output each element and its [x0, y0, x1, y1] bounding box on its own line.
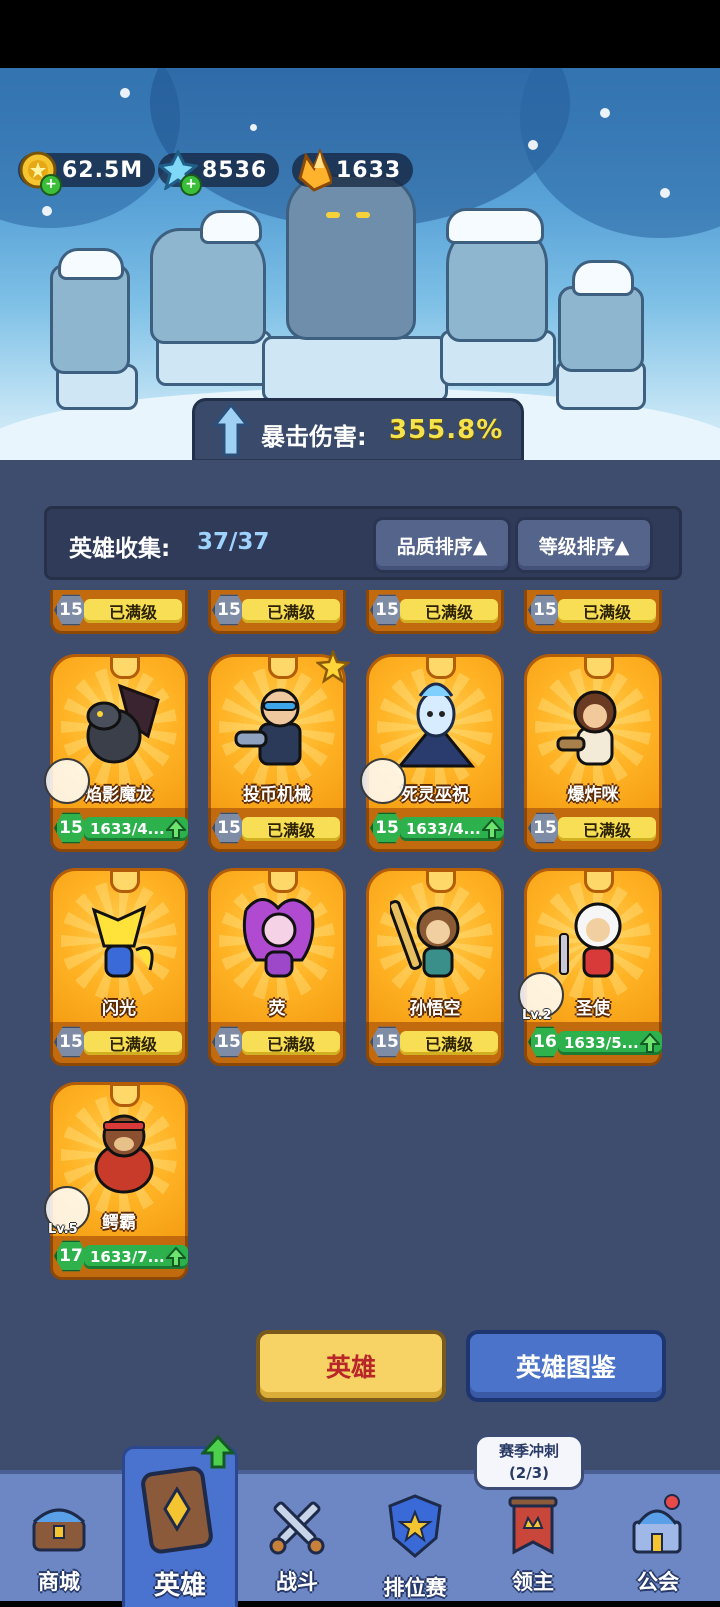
hero-grid[interactable]: 15 已满级 15 已满级 15 已满级 15 已满级 焰影魔龙 15 1633…	[44, 590, 676, 1330]
add-crystal-button[interactable]: +	[180, 174, 202, 196]
hero-card[interactable]: 15 已满级	[366, 590, 504, 636]
croc-tyrant-portrait	[94, 1114, 154, 1194]
season-sprint-tooltip[interactable]: 赛季冲刺 (2/3)	[474, 1434, 584, 1490]
coin-mech-portrait	[234, 688, 302, 766]
hero-guide-button[interactable]: 英雄图鉴	[466, 1330, 666, 1402]
season-sprint-title: 赛季冲刺	[498, 1442, 559, 1460]
hero-card-croc-tyrant[interactable]: 鳄霸 Lv.5 17 1633/7...	[44, 1082, 188, 1282]
hero-card-saint-envoy[interactable]: 圣使 Lv.2 16 1633/5...	[518, 868, 662, 1068]
gray-claw-icon	[360, 758, 406, 804]
collection-bar: 英雄收集: 37/37 品质排序▲ 等级排序▲	[44, 506, 682, 580]
hero-shard-progress: 1633/4...	[90, 820, 165, 838]
nav-label: 英雄	[153, 1571, 206, 1601]
hero-card[interactable]: 15 已满级	[50, 590, 188, 636]
hero-shard-progress: 1633/4...	[406, 820, 481, 838]
gold-currency[interactable]: 62.5M +	[18, 150, 156, 196]
hero-tab-button[interactable]: 英雄	[256, 1330, 446, 1402]
shop-chest-icon	[32, 1508, 86, 1552]
hero-status: 1633/5...	[558, 1031, 662, 1055]
hero-name: 闪光	[102, 999, 136, 1019]
nav-label: 商城	[38, 1570, 80, 1594]
hero-name: 孙悟空	[409, 999, 461, 1019]
shadow-dragon-portrait	[86, 683, 160, 764]
crit-up-arrow-icon	[211, 403, 251, 457]
upgrade-arrow-icon	[482, 819, 502, 839]
upgrade-arrow-icon	[640, 1033, 660, 1053]
hero-card-necro-shaman[interactable]: 死灵巫祝 15 1633/4...	[360, 654, 504, 854]
collection-label: 英雄收集:	[69, 536, 171, 562]
favorite-star-icon	[316, 650, 350, 684]
hero-card[interactable]: 15 已满级	[524, 590, 662, 636]
orange-crystal-currency: 1633	[292, 148, 414, 192]
sun-wukong-portrait	[390, 900, 460, 978]
upgrade-arrow-icon	[166, 819, 186, 839]
hero-status: 已满级	[84, 599, 182, 623]
upgrade-arrow-icon	[166, 1247, 186, 1267]
add-gold-button[interactable]: +	[40, 174, 62, 196]
hero-status: 已满级	[400, 1031, 498, 1055]
hero-status: 已满级	[242, 817, 340, 841]
hero-card-sun-wukong[interactable]: 孙悟空 15 已满级	[366, 868, 504, 1068]
crit-damage-value: 355.8%	[389, 415, 504, 445]
sort-by-quality-button[interactable]: 品质排序▲	[373, 517, 511, 573]
nav-lord[interactable]: 领主	[474, 1474, 592, 1605]
guild-castle-icon	[632, 1494, 682, 1554]
hero-name: 爆炸咪	[567, 785, 619, 805]
sort-by-level-button[interactable]: 等级排序▲	[515, 517, 653, 573]
hero-status: 已满级	[242, 599, 340, 623]
crit-damage-banner: 暴击伤害: 355.8%	[192, 398, 524, 466]
hero-status: 已满级	[84, 1031, 182, 1055]
necro-shaman-portrait	[396, 682, 476, 768]
crit-damage-label: 暴击伤害:	[261, 423, 367, 451]
nav-ranked[interactable]: 排位赛	[356, 1474, 474, 1605]
collection-count: 37/37	[197, 529, 270, 555]
lord-banner-icon	[508, 1496, 558, 1555]
nav-label: 公会	[637, 1570, 679, 1594]
crossed-swords-icon	[269, 1501, 325, 1555]
nav-hero[interactable]: 英雄	[122, 1435, 238, 1607]
nav-shop[interactable]: 商城	[0, 1474, 118, 1605]
hero-card-icon	[141, 1466, 213, 1554]
upgrade-arrow-icon	[201, 1435, 235, 1469]
saint-envoy-portrait	[559, 902, 622, 978]
nav-label: 排位赛	[383, 1576, 447, 1600]
equip-level: Lv.5	[48, 1222, 78, 1237]
hero-card-shadow-dragon[interactable]: 焰影魔龙 15 1633/4...	[44, 654, 188, 854]
hero-status: 1633/7...	[84, 1245, 188, 1269]
rank-shield-icon	[388, 1494, 442, 1558]
boom-cat-portrait	[556, 690, 617, 766]
status-bar-area	[0, 0, 720, 68]
hero-status: 已满级	[558, 817, 656, 841]
hero-name: 投币机械	[243, 785, 311, 805]
hero-status: 已满级	[400, 599, 498, 623]
hero-shard-progress: 1633/7...	[90, 1248, 165, 1266]
hero-card-boom-cat[interactable]: 爆炸咪 15 已满级	[524, 654, 662, 854]
hero-card[interactable]: 15 已满级	[208, 590, 346, 636]
dark-armor-icon	[44, 758, 90, 804]
equip-level: Lv.2	[522, 1008, 552, 1023]
nav-label: 领主	[512, 1570, 554, 1594]
hero-card-flash[interactable]: 闪光 15 已满级	[50, 868, 188, 1068]
hero-card-coin-mech[interactable]: 投币机械 15 已满级	[208, 650, 350, 854]
hero-name: 荧	[268, 999, 286, 1019]
nav-guild[interactable]: 公会	[596, 1474, 720, 1605]
hero-status: 1633/4...	[400, 817, 504, 841]
hero-status: 1633/4...	[84, 817, 188, 841]
hero-shard-progress: 1633/5...	[564, 1034, 639, 1052]
hero-card-ying[interactable]: 荧 15 已满级	[208, 868, 346, 1068]
flash-portrait	[91, 905, 154, 978]
hero-status: 已满级	[242, 1031, 340, 1055]
season-sprint-progress: (2/3)	[508, 1464, 550, 1482]
ying-portrait	[242, 898, 315, 978]
nav-battle[interactable]: 战斗	[238, 1474, 356, 1605]
bottom-nav: 商城 英雄 战斗 排位赛 领主 公会	[0, 1435, 720, 1607]
orange-crystal-icon	[292, 148, 332, 192]
hero-status: 已满级	[558, 599, 656, 623]
blue-crystal-currency[interactable]: 8536 +	[158, 150, 280, 196]
nav-label: 战斗	[276, 1570, 318, 1594]
